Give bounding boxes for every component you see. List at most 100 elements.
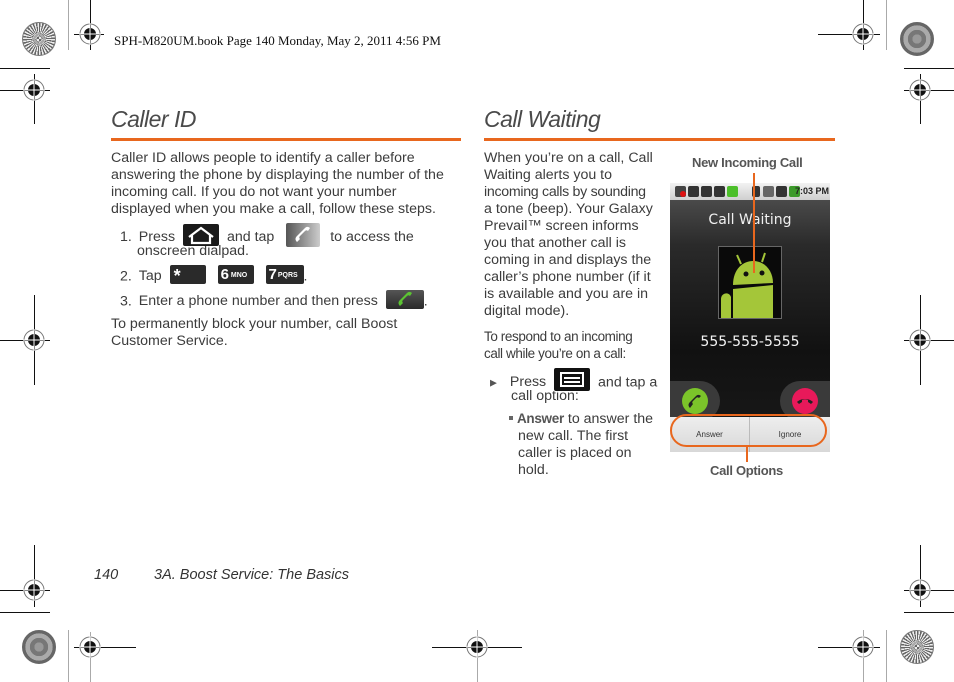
step-text: . — [423, 293, 428, 310]
text-line: Customer Service. — [111, 333, 228, 349]
step-number: 3. — [120, 293, 132, 310]
text-line: you that another call is — [484, 235, 626, 251]
registration-mark-icon — [909, 79, 931, 101]
sub-bullet-answer: Answer to answer the new call. The first… — [509, 410, 669, 479]
six-mno-key-icon: 6 MNO — [217, 265, 254, 284]
call-waiting-heading: Call Waiting — [484, 106, 601, 132]
new-incoming-call-callout: New Incoming Call — [692, 155, 803, 170]
status-bar: 7:03 PM — [670, 183, 830, 200]
callout-line-top — [753, 173, 755, 273]
answer-term: Answer — [516, 411, 564, 426]
text-line: to answer the — [567, 411, 654, 427]
caller-number: 555-555-5555 — [700, 334, 800, 350]
text-line: caller’s phone number (if it — [484, 269, 651, 285]
registration-star-icon — [900, 22, 934, 56]
respond-instruction: To respond to an incoming call while you… — [484, 328, 664, 362]
menu-key-icon — [554, 368, 591, 391]
text-line: hold. — [518, 462, 549, 478]
call-waiting-intro: When you’re on a call, Call Waiting aler… — [484, 150, 664, 320]
registration-mark-icon — [909, 329, 931, 351]
step-text: Tap — [138, 268, 162, 285]
step-1: 1. Press and tap to access the onscreen … — [120, 223, 414, 260]
crop-line — [886, 0, 887, 50]
call-options-highlight — [670, 414, 827, 447]
text-line: To permanently block your number, call B… — [111, 316, 398, 332]
text-line: When you’re on a call, Call — [484, 150, 653, 166]
sd-card-icon — [714, 186, 725, 197]
crop-line — [0, 612, 50, 613]
bullet-press-menu: ▶ Press and tap a call option: — [490, 368, 665, 405]
text-line: digital mode). — [484, 303, 570, 319]
text-line: coming in and displays the — [484, 252, 652, 268]
triangle-bullet-icon: ▶ — [490, 377, 497, 388]
text-line: Prevail™ screen informs — [484, 218, 639, 234]
sub-bullet-continuation: new call. The first caller is placed on … — [518, 428, 669, 479]
registration-mark-icon — [23, 79, 45, 101]
android-icon — [721, 252, 773, 318]
text-line: answering the phone by displaying the nu… — [111, 167, 444, 183]
registration-mark-icon — [79, 636, 101, 658]
text-line: a tone (beep). Your Galaxy — [484, 201, 653, 217]
text-line: caller is placed on — [518, 445, 632, 461]
voicemail-icon — [688, 186, 699, 197]
caller-id-outro: To permanently block your number, call B… — [111, 316, 471, 350]
step-number: 1. — [120, 228, 132, 245]
step-text: . — [303, 268, 308, 285]
registration-mark-icon — [79, 23, 101, 45]
text-line: Caller ID allows people to identify a ca… — [111, 150, 415, 166]
caller-id-intro: Caller ID allows people to identify a ca… — [111, 150, 471, 218]
step-number: 2. — [120, 268, 132, 285]
crop-line — [68, 630, 69, 682]
registration-mark-icon — [852, 636, 874, 658]
call-options-callout: Call Options — [710, 463, 783, 478]
key-letters: MNO — [230, 272, 248, 279]
phone-screen: 7:03 PM Call Waiting 555-555-5555 Answer… — [670, 183, 830, 452]
hang-up-icon — [797, 399, 813, 404]
call-active-icon — [727, 186, 738, 197]
step-text: and tap a — [598, 374, 658, 391]
call-waiting-title: Call Waiting — [708, 212, 792, 228]
crop-line — [904, 612, 954, 613]
text-line: incoming call. If you do not want your n… — [111, 184, 397, 200]
text-line: is available and you are in — [484, 286, 649, 302]
signal-icon — [776, 186, 787, 197]
step-2: 2. Tap * 6 MNO 7PQRS . — [120, 265, 308, 286]
text-line: incoming calls by sounding — [484, 184, 646, 200]
vibrate-icon — [763, 186, 774, 197]
square-bullet-icon — [509, 416, 513, 420]
heading-rule — [111, 138, 461, 141]
status-time: 7:03 PM — [795, 186, 830, 196]
registration-star-icon — [22, 22, 56, 56]
crop-line — [904, 68, 954, 69]
caller-photo — [718, 246, 782, 319]
text-line: Waiting alerts you to — [484, 167, 613, 183]
text-line: new call. The first — [518, 428, 629, 444]
callout-line-bottom — [746, 446, 748, 462]
star-key-icon: * — [169, 265, 206, 286]
text-line: call while you’re on a call: — [484, 346, 626, 361]
caller-id-heading: Caller ID — [111, 106, 196, 132]
phone-icon — [688, 394, 701, 408]
step-text: to access the — [330, 228, 414, 245]
slug-line: SPH-M820UM.book Page 140 Monday, May 2, … — [114, 33, 441, 48]
crop-line — [68, 0, 69, 50]
key-letters: PQRS — [277, 272, 298, 279]
call-key-icon — [385, 290, 424, 309]
key-digit: 7 — [268, 266, 277, 283]
registration-mark-icon — [23, 579, 45, 601]
step-text: Enter a phone number and then press — [138, 293, 378, 310]
key-label: * — [173, 266, 181, 286]
seven-pqrs-key-icon: 7PQRS — [265, 265, 304, 284]
home-key-icon — [183, 224, 220, 246]
registration-star-icon — [900, 630, 934, 664]
registration-mark-icon — [466, 636, 488, 658]
phone-app-icon — [286, 223, 321, 247]
heading-rule — [484, 138, 835, 141]
section-title: 3A. Boost Service: The Basics — [154, 567, 350, 583]
crop-line — [0, 68, 50, 69]
text-line: displayed when you make a call, follow t… — [111, 201, 436, 217]
step-text: onscreen dialpad. — [137, 243, 250, 259]
registration-mark-icon — [23, 329, 45, 351]
key-digit: 6 — [220, 266, 229, 283]
step-3: 3. Enter a phone number and then press . — [120, 290, 428, 311]
